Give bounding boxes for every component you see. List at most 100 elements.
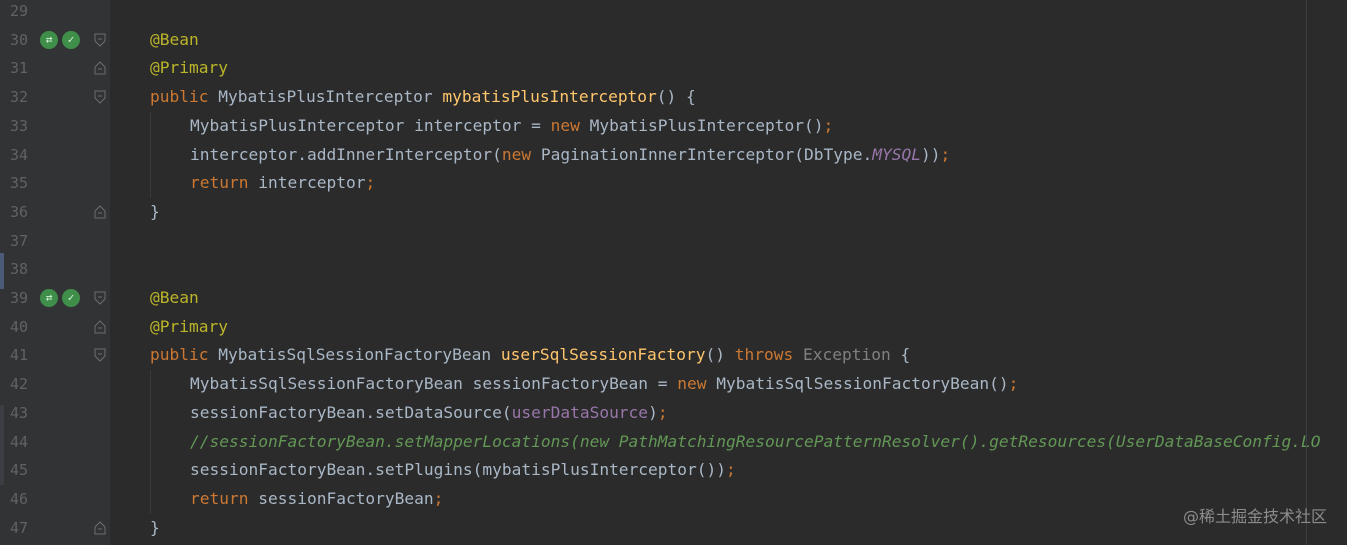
code-text: sessionFactoryBean.setDataSource(userDat…	[190, 399, 668, 428]
code-text: }	[150, 514, 160, 543]
code-text: public MybatisSqlSessionFactoryBean user…	[150, 341, 910, 370]
code-text: @Primary	[150, 313, 228, 342]
code-line[interactable]: 35 return interceptor;	[0, 169, 1347, 198]
code-text: }	[150, 198, 160, 227]
code-line[interactable]: 33 MybatisPlusInterceptor interceptor = n…	[0, 112, 1347, 141]
fold-close-icon[interactable]	[94, 319, 106, 334]
line-number: 34	[10, 145, 29, 164]
code-token: ()	[705, 345, 735, 365]
code-token: return	[190, 173, 259, 193]
code-line[interactable]: 40 @Primary	[0, 313, 1347, 342]
fold-open-icon[interactable]	[94, 33, 106, 47]
code-text: @Bean	[150, 284, 199, 313]
code-line[interactable]: 43 sessionFactoryBean.setDataSource(userD…	[0, 399, 1347, 428]
indent-guide	[150, 111, 151, 198]
code-line[interactable]: 39 ⇄ ✓ @Bean	[0, 284, 1347, 313]
code-line[interactable]: 30 ⇄ ✓ @Bean	[0, 26, 1347, 55]
code-token: @Bean	[150, 288, 199, 307]
bean-check-icon[interactable]: ✓	[62, 30, 80, 49]
code-line[interactable]: 47}	[0, 514, 1347, 543]
code-line[interactable]: 38	[0, 255, 1347, 284]
line-number: 29	[10, 2, 29, 20]
fold-open-icon[interactable]	[94, 348, 106, 363]
code-token: interceptor	[258, 173, 366, 193]
line-number: 44	[10, 432, 29, 451]
line-number: 39	[10, 289, 29, 307]
code-token: ;	[823, 115, 834, 135]
bean-gutter-icons[interactable]: ⇄ ✓	[40, 289, 84, 307]
code-token: MybatisSqlSessionFactoryBean	[218, 345, 501, 365]
bean-gutter-icons[interactable]: ⇄ ✓	[40, 30, 84, 49]
code-token: new	[550, 115, 590, 135]
code-token: new	[501, 144, 541, 164]
line-number: 36	[10, 202, 29, 221]
line-number: 41	[10, 346, 29, 365]
code-token: sessionFactoryBean.setPlugins(mybatisPlu…	[190, 460, 727, 480]
code-text: MybatisSqlSessionFactoryBean sessionFact…	[190, 370, 1018, 399]
code-token: return	[190, 488, 259, 508]
code-token: MybatisSqlSessionFactoryBean()	[716, 374, 1009, 394]
code-token: MybatisPlusInterceptor	[218, 87, 443, 107]
code-text: return sessionFactoryBean;	[190, 485, 443, 514]
line-number: 47	[10, 518, 29, 537]
code-token: mybatisPlusInterceptor	[442, 87, 657, 107]
code-token: @Primary	[150, 316, 228, 336]
right-margin-guide	[1306, 0, 1307, 545]
code-token: sessionFactoryBean	[258, 488, 434, 508]
code-line[interactable]: 41 public MybatisSqlSessionFactoryBean us…	[0, 341, 1347, 370]
fold-close-icon[interactable]	[94, 61, 106, 75]
code-token: throws	[734, 345, 804, 365]
code-line[interactable]: 44 //sessionFactoryBean.setMapperLocation…	[0, 428, 1347, 457]
code-token: userSqlSessionFactory	[500, 345, 706, 365]
code-line[interactable]: 31 @Primary	[0, 54, 1347, 83]
code-line[interactable]: 29	[0, 0, 1347, 26]
code-line[interactable]: 37	[0, 227, 1347, 256]
code-token: public	[150, 87, 219, 107]
fold-close-icon[interactable]	[94, 520, 106, 535]
code-token: sessionFactoryBean.setDataSource(	[190, 402, 512, 422]
code-token: ;	[365, 173, 376, 193]
code-token: interceptor.addInnerInterceptor(	[190, 144, 502, 164]
bean-navigate-icon[interactable]: ⇄	[40, 289, 58, 307]
line-number: 33	[10, 116, 29, 135]
code-line[interactable]: 34 interceptor.addInnerInterceptor(new Pa…	[0, 141, 1347, 170]
code-line[interactable]: 32 public MybatisPlusInterceptor mybatisP…	[0, 83, 1347, 112]
code-text: interceptor.addInnerInterceptor(new Pagi…	[190, 141, 950, 170]
code-token: Exception	[803, 345, 901, 365]
line-number: 45	[10, 461, 29, 480]
fold-open-icon[interactable]	[94, 291, 106, 305]
code-editor[interactable]: 29 30 ⇄ ✓ @Bean 31 @Primary 32 public MybatisPlu…	[0, 0, 1347, 545]
code-text: @Bean	[150, 26, 199, 55]
code-token: ;	[433, 488, 444, 508]
code-line[interactable]: 46 return sessionFactoryBean;	[0, 485, 1347, 514]
code-token: ;	[657, 402, 668, 422]
line-number: 43	[10, 403, 29, 422]
code-token: MybatisPlusInterceptor interceptor =	[190, 115, 551, 135]
code-token: new	[677, 374, 717, 394]
line-number: 37	[10, 231, 29, 250]
code-line[interactable]: 42 MybatisSqlSessionFactoryBean sessionFa…	[0, 370, 1347, 399]
line-number: 42	[10, 375, 29, 394]
fold-close-icon[interactable]	[94, 205, 106, 219]
code-text: MybatisPlusInterceptor interceptor = new…	[190, 112, 833, 141]
bean-check-icon[interactable]: ✓	[62, 289, 80, 307]
code-token: userDataSource	[511, 402, 649, 422]
code-token: MybatisPlusInterceptor()	[589, 115, 824, 135]
code-token: MYSQL	[872, 144, 921, 164]
code-token: () {	[656, 87, 696, 107]
code-token: ;	[726, 460, 736, 480]
code-token: PaginationInnerInterceptor(DbType.	[540, 144, 873, 164]
indent-guide	[150, 370, 151, 514]
code-token: ;	[940, 144, 951, 164]
fold-open-icon[interactable]	[94, 90, 106, 104]
code-line[interactable]: 45 sessionFactoryBean.setPlugins(mybatisP…	[0, 456, 1347, 485]
code-text: return interceptor;	[190, 169, 375, 198]
code-text: public MybatisPlusInterceptor mybatisPlu…	[150, 83, 696, 112]
line-number: 35	[10, 174, 29, 193]
code-token: {	[900, 345, 911, 365]
bean-navigate-icon[interactable]: ⇄	[40, 30, 58, 49]
code-token: public	[150, 345, 219, 365]
code-line[interactable]: 36}	[0, 198, 1347, 227]
code-text: sessionFactoryBean.setPlugins(mybatisPlu…	[190, 456, 736, 485]
line-number: 46	[10, 489, 29, 508]
